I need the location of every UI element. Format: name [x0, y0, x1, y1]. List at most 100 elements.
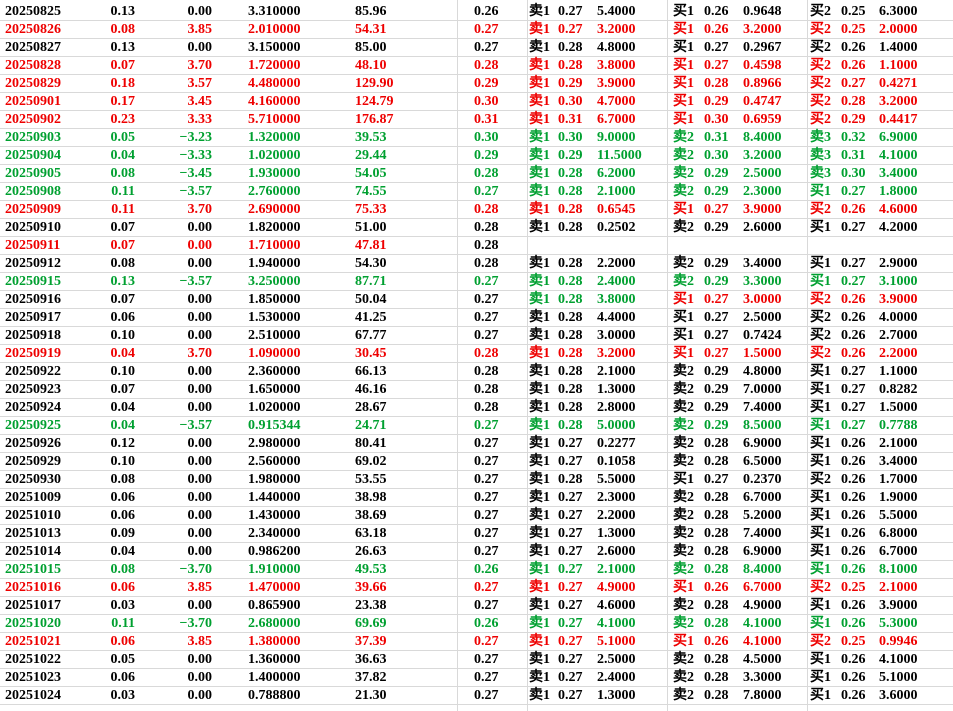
cell-amount[interactable]: 75.33: [355, 201, 445, 219]
cell-price[interactable]: 0.11: [95, 183, 135, 201]
cell-order2-price[interactable]: 0.27: [704, 291, 740, 309]
cell-order1-qty[interactable]: 3.2000: [597, 21, 663, 39]
cell-change-pct[interactable]: 0.00: [140, 309, 213, 327]
cell-order3-price[interactable]: 0.27: [841, 381, 877, 399]
cell-last-price[interactable]: 0.27: [474, 543, 514, 561]
cell-last-price[interactable]: 0.28: [474, 363, 514, 381]
cell-last-price[interactable]: 0.27: [474, 687, 514, 705]
cell-order2-qty[interactable]: 0.6959: [743, 111, 805, 129]
cell-date[interactable]: 20251017: [5, 597, 95, 615]
cell-change-pct[interactable]: 0.00: [140, 525, 213, 543]
cell-order3-price[interactable]: 0.26: [841, 201, 877, 219]
cell-order1-label[interactable]: 卖1: [529, 669, 553, 687]
cell-last-price[interactable]: 0.27: [474, 633, 514, 651]
cell-order3-qty[interactable]: 0.8282: [879, 381, 945, 399]
cell-order1-label[interactable]: 卖1: [529, 165, 553, 183]
cell-order3-price[interactable]: 0.26: [841, 489, 877, 507]
cell-order1-qty[interactable]: 4.7000: [597, 93, 663, 111]
cell-order2-qty[interactable]: 3.4000: [743, 255, 805, 273]
cell-change-pct[interactable]: 0.00: [140, 471, 213, 489]
cell-date[interactable]: 20250908: [5, 183, 95, 201]
cell-amount[interactable]: 21.30: [355, 687, 445, 705]
cell-order3-label[interactable]: 买1: [810, 363, 834, 381]
cell-order2-price[interactable]: 0.31: [704, 129, 740, 147]
cell-price[interactable]: 0.12: [95, 435, 136, 453]
cell-change-pct[interactable]: 3.85: [140, 21, 213, 39]
cell-order1-price[interactable]: 0.28: [558, 273, 594, 291]
cell-order2-price[interactable]: 0.28: [704, 525, 740, 543]
cell-order3-price[interactable]: 0.26: [841, 687, 877, 705]
cell-order1-label[interactable]: 卖1: [529, 651, 553, 669]
cell-order1-label[interactable]: 卖1: [529, 381, 553, 399]
cell-volume[interactable]: 4.160000: [248, 93, 343, 111]
cell-order1-label[interactable]: 卖1: [529, 615, 553, 633]
cell-order2-qty[interactable]: 7.4000: [743, 525, 805, 543]
cell-date[interactable]: 20250930: [5, 471, 95, 489]
cell-volume[interactable]: 5.710000: [248, 111, 343, 129]
cell-order3-price[interactable]: 0.27: [841, 255, 877, 273]
cell-volume[interactable]: 1.530000: [248, 309, 343, 327]
cell-order2-label[interactable]: 买1: [673, 93, 697, 111]
cell-order2-label[interactable]: 卖2: [673, 453, 697, 471]
cell-volume[interactable]: 0.865900: [248, 597, 343, 615]
cell-amount[interactable]: 67.77: [355, 327, 445, 345]
cell-order2-price[interactable]: 0.28: [704, 669, 740, 687]
cell-order3-price[interactable]: 0.25: [841, 579, 877, 597]
cell-order3-qty[interactable]: 0.4417: [879, 111, 945, 129]
cell-order3-label[interactable]: 买2: [810, 309, 834, 327]
cell-order1-qty[interactable]: 9.0000: [597, 129, 663, 147]
cell-order1-price[interactable]: 0.29: [558, 147, 594, 165]
cell-order3-price[interactable]: 0.30: [841, 165, 877, 183]
cell-order3-price[interactable]: 0.26: [841, 345, 877, 363]
cell-volume[interactable]: 3.310000: [248, 3, 343, 21]
cell-order1-price[interactable]: 0.28: [558, 327, 594, 345]
cell-price[interactable]: 0.05: [95, 129, 136, 147]
cell-date[interactable]: 20250922: [5, 363, 95, 381]
cell-order1-qty[interactable]: 3.8000: [597, 291, 663, 309]
cell-change-pct[interactable]: 0.00: [140, 543, 213, 561]
cell-order3-qty[interactable]: 6.7000: [879, 543, 945, 561]
cell-amount[interactable]: 41.25: [355, 309, 445, 327]
cell-order1-label[interactable]: 卖1: [529, 309, 553, 327]
cell-date[interactable]: 20250910: [5, 219, 95, 237]
cell-amount[interactable]: 53.55: [355, 471, 445, 489]
cell-order2-qty[interactable]: 6.5000: [743, 453, 805, 471]
cell-volume[interactable]: 3.150000: [248, 39, 343, 57]
cell-volume[interactable]: 0.788800: [248, 687, 343, 705]
cell-order1-price[interactable]: [558, 237, 594, 255]
cell-order3-qty[interactable]: 2.7000: [879, 327, 945, 345]
cell-volume[interactable]: 2.360000: [248, 363, 343, 381]
cell-date[interactable]: 20250905: [5, 165, 95, 183]
cell-order1-qty[interactable]: 2.4000: [597, 669, 663, 687]
cell-order2-label[interactable]: 卖2: [673, 561, 697, 579]
cell-order1-label[interactable]: 卖1: [529, 687, 553, 705]
cell-order2-price[interactable]: 0.28: [704, 651, 740, 669]
cell-order1-price[interactable]: 0.28: [558, 39, 594, 57]
cell-last-price[interactable]: 0.27: [474, 183, 514, 201]
cell-amount[interactable]: 38.69: [355, 507, 445, 525]
cell-change-pct[interactable]: 0.00: [140, 3, 213, 21]
cell-change-pct[interactable]: 0.00: [140, 507, 213, 525]
cell-last-price[interactable]: 0.27: [474, 327, 514, 345]
cell-order1-qty[interactable]: 5.4000: [597, 3, 663, 21]
cell-order1-qty[interactable]: 2.2000: [597, 255, 663, 273]
cell-order2-price[interactable]: [704, 237, 740, 255]
cell-order3-qty[interactable]: 1.8000: [879, 183, 945, 201]
cell-volume[interactable]: 1.470000: [248, 579, 343, 597]
cell-last-price[interactable]: 0.27: [474, 21, 514, 39]
cell-order3-qty[interactable]: 1.9000: [879, 489, 945, 507]
cell-order1-label[interactable]: 卖1: [529, 453, 553, 471]
cell-order2-price[interactable]: 0.26: [704, 579, 740, 597]
cell-order1-price[interactable]: 0.28: [558, 471, 594, 489]
cell-price[interactable]: 0.06: [95, 633, 136, 651]
cell-order2-price[interactable]: 0.28: [704, 489, 740, 507]
cell-price[interactable]: 0.04: [95, 399, 136, 417]
cell-order2-qty[interactable]: 0.2370: [743, 471, 805, 489]
cell-order1-price[interactable]: 0.28: [558, 417, 594, 435]
cell-date[interactable]: 20250923: [5, 381, 95, 399]
cell-price[interactable]: 0.04: [95, 543, 136, 561]
cell-date[interactable]: 20251013: [5, 525, 95, 543]
cell-date[interactable]: 20250904: [5, 147, 95, 165]
cell-date[interactable]: 20250825: [5, 3, 95, 21]
cell-date[interactable]: 20251010: [5, 507, 95, 525]
